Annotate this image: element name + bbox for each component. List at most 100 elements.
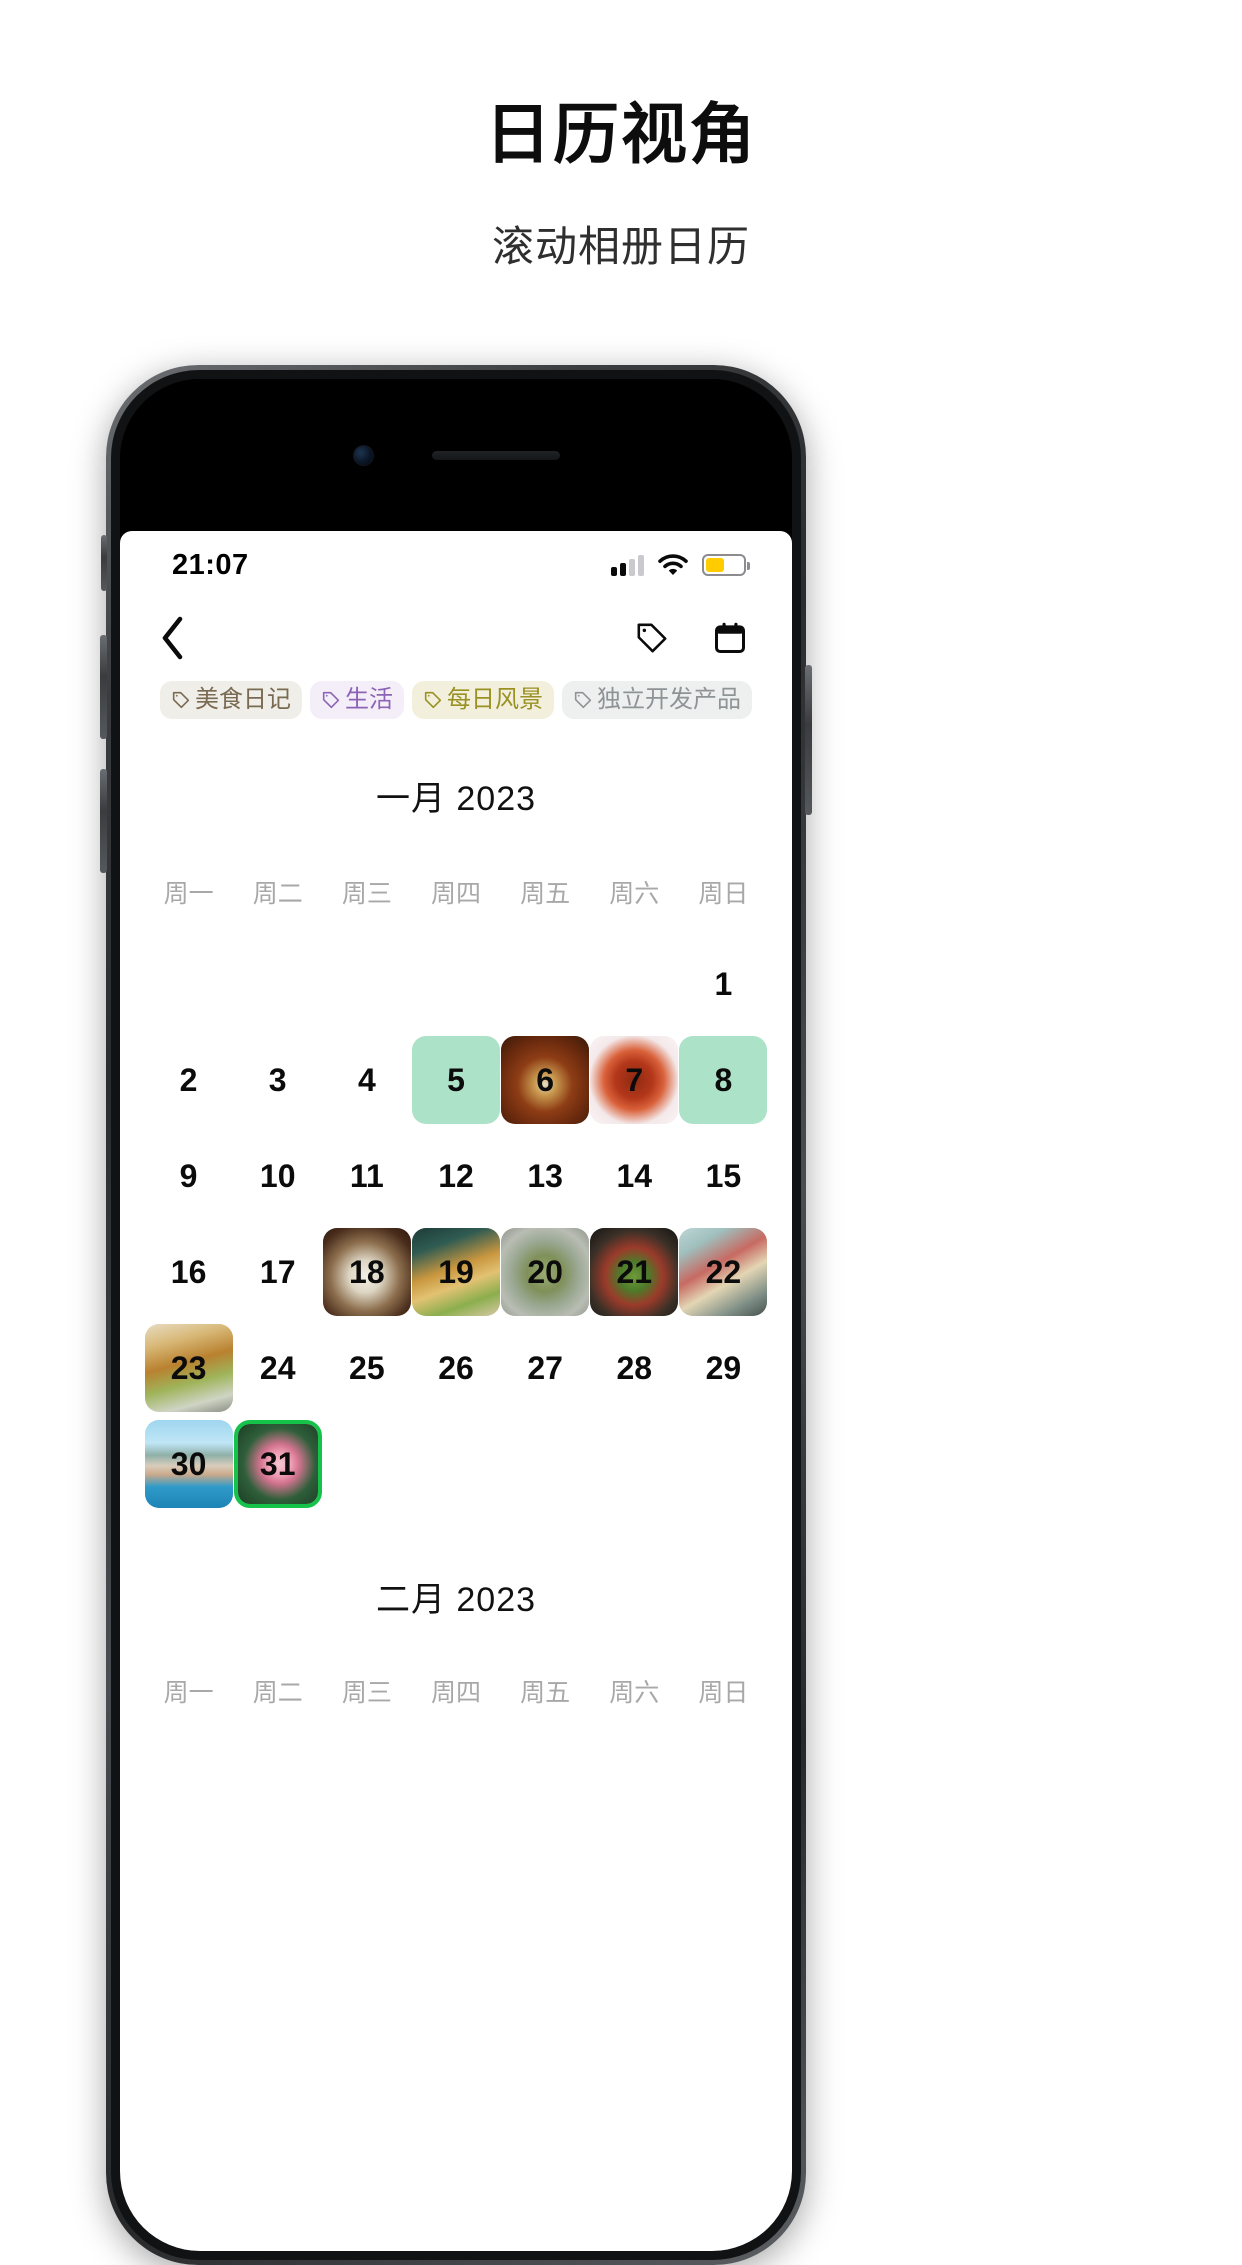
calendar-day-cell[interactable]: 4 (322, 1034, 411, 1126)
calendar-day-number: 11 (349, 1158, 384, 1194)
weekday-label: 周四 (430, 1679, 481, 1707)
signal-bars-icon (611, 554, 644, 576)
calendar-day-cell[interactable]: 6 (501, 1034, 590, 1126)
calendar-day-number: 27 (527, 1350, 563, 1386)
calendar-day-photo[interactable]: 21 (590, 1228, 679, 1316)
calendar-day-cell[interactable]: 10 (233, 1130, 322, 1222)
calendar-day-cell[interactable]: 29 (679, 1322, 768, 1414)
calendar-day-plain[interactable]: 12 (412, 1132, 500, 1220)
weekday-label: 周二 (252, 880, 303, 908)
calendar-day-photo[interactable]: 20 (501, 1228, 590, 1316)
calendar-view-button[interactable] (712, 620, 748, 656)
calendar-day-empty (144, 938, 233, 1030)
calendar-day-cell[interactable]: 20 (501, 1226, 590, 1318)
navbar-actions (634, 620, 748, 656)
calendar-day-plain[interactable]: 11 (323, 1132, 411, 1220)
calendar-day-cell[interactable]: 3 (233, 1034, 322, 1126)
calendar-day-photo[interactable]: 22 (679, 1228, 768, 1316)
calendar-day-photo[interactable]: 7 (590, 1036, 679, 1124)
calendar-day-empty (322, 938, 411, 1030)
calendar-day-number: 1 (714, 966, 733, 1002)
calendar-day-plain[interactable]: 13 (501, 1132, 589, 1220)
calendar-day-number: 9 (179, 1158, 198, 1194)
calendar-day-number: 2 (179, 1062, 198, 1098)
front-camera-icon (352, 444, 374, 466)
phone-mockup: 21:07 美食日记 生活 每日风景 独立开发产品 一月 2023 周一 周二 … (100, 365, 812, 2265)
calendar-day-cell[interactable]: 31 (233, 1418, 322, 1510)
calendar-day-cell[interactable]: 24 (233, 1322, 322, 1414)
tag-chip[interactable]: 每日风景 (412, 681, 554, 719)
calendar-day-cell[interactable]: 11 (322, 1130, 411, 1222)
navigation-bar (120, 599, 792, 677)
calendar-day-cell[interactable]: 28 (590, 1322, 679, 1414)
weekday-label: 周四 (430, 880, 481, 908)
calendar-day-cell[interactable]: 9 (144, 1130, 233, 1222)
tag-chip[interactable]: 独立开发产品 (562, 681, 752, 719)
calendar-day-cell[interactable]: 13 (501, 1130, 590, 1222)
calendar-day-photo[interactable]: 18 (322, 1228, 411, 1316)
calendar-day-highlight[interactable]: 5 (411, 1036, 500, 1124)
calendar-day-cell[interactable]: 19 (411, 1226, 500, 1318)
calendar-day-plain[interactable]: 10 (234, 1132, 322, 1220)
calendar-day-plain[interactable]: 3 (234, 1036, 322, 1124)
calendar-day-number: 22 (705, 1254, 742, 1290)
calendar-day-plain[interactable]: 27 (501, 1324, 589, 1412)
calendar-day-cell[interactable]: 1 (679, 938, 768, 1030)
tag-chip[interactable]: 美食日记 (160, 681, 302, 719)
power-button[interactable] (805, 665, 812, 815)
calendar-day-cell[interactable]: 21 (590, 1226, 679, 1318)
calendar-day-cell[interactable]: 14 (590, 1130, 679, 1222)
calendar-day-highlight[interactable]: 8 (679, 1036, 768, 1124)
calendar-day-plain[interactable]: 25 (323, 1324, 411, 1412)
calendar-day-number: 24 (259, 1350, 296, 1386)
calendar-day-plain[interactable]: 24 (234, 1324, 322, 1412)
calendar-day-cell[interactable]: 5 (411, 1034, 500, 1126)
calendar-day-number: 14 (616, 1158, 653, 1194)
calendar-day-plain[interactable]: 15 (679, 1132, 767, 1220)
calendar-day-empty (590, 938, 679, 1030)
calendar-day-cell[interactable]: 22 (679, 1226, 768, 1318)
calendar-day-plain[interactable]: 4 (323, 1036, 411, 1124)
weekday-header: 周一 周二 周三 周四 周五 周六 周日 (120, 874, 792, 910)
calendar-day-cell[interactable]: 26 (411, 1322, 500, 1414)
weekday-label: 周一 (163, 880, 214, 908)
tag-chip[interactable]: 生活 (310, 681, 404, 719)
calendar-day-plain[interactable]: 29 (679, 1324, 767, 1412)
calendar-day-photo[interactable]: 23 (144, 1324, 233, 1412)
calendar-day-plain[interactable]: 17 (234, 1228, 322, 1316)
calendar-day-plain[interactable]: 28 (590, 1324, 678, 1412)
tag-chip-label: 生活 (345, 686, 393, 713)
calendar-day-cell[interactable]: 23 (144, 1322, 233, 1414)
calendar-day-cell[interactable]: 12 (411, 1130, 500, 1222)
calendar-day-photo[interactable]: 30 (144, 1420, 233, 1508)
calendar-day-plain[interactable]: 1 (679, 940, 767, 1028)
calendar-day-plain[interactable]: 14 (590, 1132, 678, 1220)
volume-up-button[interactable] (100, 635, 107, 739)
earpiece-speaker (431, 450, 560, 460)
calendar-day-photo[interactable]: 19 (411, 1228, 500, 1316)
calendar-day-cell[interactable]: 7 (590, 1034, 679, 1126)
calendar-day-cell[interactable]: 18 (322, 1226, 411, 1318)
calendar-day-plain[interactable]: 26 (412, 1324, 500, 1412)
mute-switch[interactable] (101, 535, 107, 591)
calendar-day-plain[interactable]: 2 (145, 1036, 233, 1124)
volume-down-button[interactable] (100, 769, 107, 873)
calendar-day-photo[interactable]: 31 (233, 1420, 322, 1508)
calendar-day-cell[interactable]: 2 (144, 1034, 233, 1126)
back-button[interactable] (160, 616, 186, 660)
calendar-day-photo[interactable]: 6 (501, 1036, 590, 1124)
calendar-day-cell[interactable]: 8 (679, 1034, 768, 1126)
calendar-day-cell[interactable]: 25 (322, 1322, 411, 1414)
weekday-label: 周二 (252, 1679, 303, 1707)
calendar-day-number: 20 (527, 1254, 563, 1290)
calendar-day-plain[interactable]: 9 (145, 1132, 233, 1220)
calendar-day-cell[interactable]: 16 (144, 1226, 233, 1318)
calendar-day-cell[interactable]: 15 (679, 1130, 768, 1222)
calendar-day-cell[interactable]: 27 (501, 1322, 590, 1414)
calendar-day-cell[interactable]: 30 (144, 1418, 233, 1510)
calendar-day-plain[interactable]: 16 (145, 1228, 233, 1316)
tag-filter-button[interactable] (634, 620, 670, 656)
calendar-day-cell[interactable]: 17 (233, 1226, 322, 1318)
calendar-day-number: 17 (259, 1254, 296, 1290)
app-screen: 21:07 美食日记 生活 每日风景 独立开发产品 一月 2023 周一 周二 … (120, 531, 792, 2251)
